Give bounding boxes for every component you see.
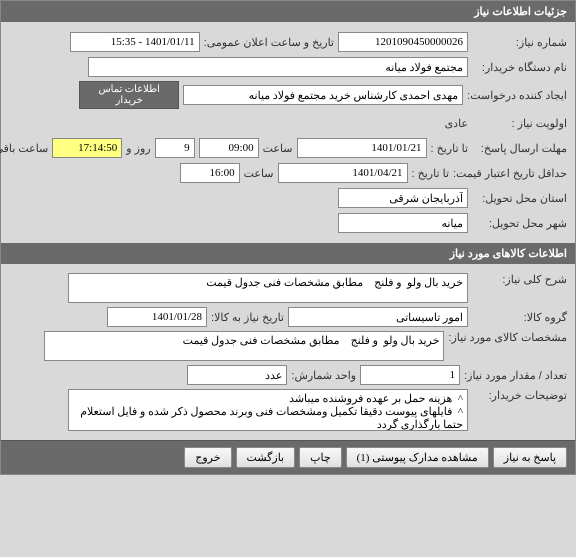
label-city: شهر محل تحویل: — [472, 217, 567, 230]
label-need-no: شماره نیاز: — [472, 36, 567, 49]
resp-hour-input[interactable] — [199, 138, 259, 158]
label-buyer-notes: توضیحات خریدار: — [472, 389, 567, 402]
label-buyer-unit: نام دستگاه خریدار: — [472, 61, 567, 74]
valid-hour-input[interactable] — [180, 163, 240, 183]
need-desc-textarea[interactable] — [68, 273, 468, 303]
back-button[interactable]: بازگشت — [236, 447, 296, 468]
button-bar: پاسخ به نیاز مشاهده مدارک پیوستی (1) چاپ… — [1, 440, 575, 474]
priority-value: عادی — [445, 117, 468, 130]
label-price-validity: حداقل تاریخ اعتبار قیمت: — [453, 167, 567, 180]
label-goods-group: گروه کالا: — [472, 311, 567, 324]
label-response-deadline: مهلت ارسال پاسخ: — [472, 142, 567, 155]
label-requester: ایجاد کننده درخواست: — [467, 89, 567, 102]
label-priority: اولویت نیاز : — [472, 117, 567, 130]
details-form: شماره نیاز: تاریخ و ساعت اعلان عمومی: نا… — [1, 22, 575, 243]
buyer-unit-input[interactable] — [88, 57, 468, 77]
province-input[interactable] — [338, 188, 468, 208]
need-no-input[interactable] — [338, 32, 468, 52]
resp-days-input[interactable] — [155, 138, 195, 158]
label-goods-spec: مشخصات کالای مورد نیاز: — [448, 331, 567, 344]
label-hour-1: ساعت — [263, 142, 293, 155]
section-header-goods: اطلاعات کالاهای مورد نیاز — [1, 243, 575, 264]
label-until-date-2: تا تاریخ : — [412, 167, 449, 180]
goods-form: شرح کلی نیاز: گروه کالا: تاریخ نیاز به ک… — [1, 264, 575, 440]
respond-button[interactable]: پاسخ به نیاز — [493, 447, 567, 468]
unit-input[interactable] — [187, 365, 287, 385]
label-until-date-1: تا تاریخ : — [431, 142, 468, 155]
goods-group-input[interactable] — [288, 307, 468, 327]
label-qty: تعداد / مقدار مورد نیاز: — [464, 369, 567, 382]
window: جزئیات اطلاعات نیاز شماره نیاز: تاریخ و … — [0, 0, 576, 475]
announce-dt-input[interactable] — [70, 32, 200, 52]
resp-date-input[interactable] — [297, 138, 427, 158]
label-announce-dt: تاریخ و ساعت اعلان عمومی: — [204, 36, 334, 49]
resp-time-left-input[interactable] — [52, 138, 122, 158]
requester-input[interactable] — [183, 85, 463, 105]
label-hours-remain: ساعت باقی مانده — [0, 142, 48, 155]
buyer-notes-textarea[interactable] — [68, 389, 468, 431]
label-province: استان محل تحویل: — [472, 192, 567, 205]
label-need-desc: شرح کلی نیاز: — [472, 273, 567, 286]
exit-button[interactable]: خروج — [184, 447, 231, 468]
qty-input[interactable] — [360, 365, 460, 385]
city-input[interactable] — [338, 213, 468, 233]
attachments-button[interactable]: مشاهده مدارک پیوستی (1) — [346, 447, 489, 468]
print-button[interactable]: چاپ — [299, 447, 342, 468]
need-date-goods-input[interactable] — [107, 307, 207, 327]
label-hour-2: ساعت — [244, 167, 274, 180]
section-header-details: جزئیات اطلاعات نیاز — [1, 1, 575, 22]
label-days-and: روز و — [126, 142, 150, 155]
label-unit: واحد شمارش: — [291, 369, 356, 382]
buyer-contact-button[interactable]: اطلاعات تماس خریدار — [79, 81, 179, 109]
valid-date-input[interactable] — [278, 163, 408, 183]
label-need-date-goods: تاریخ نیاز به کالا: — [211, 311, 284, 324]
goods-spec-textarea[interactable] — [44, 331, 444, 361]
